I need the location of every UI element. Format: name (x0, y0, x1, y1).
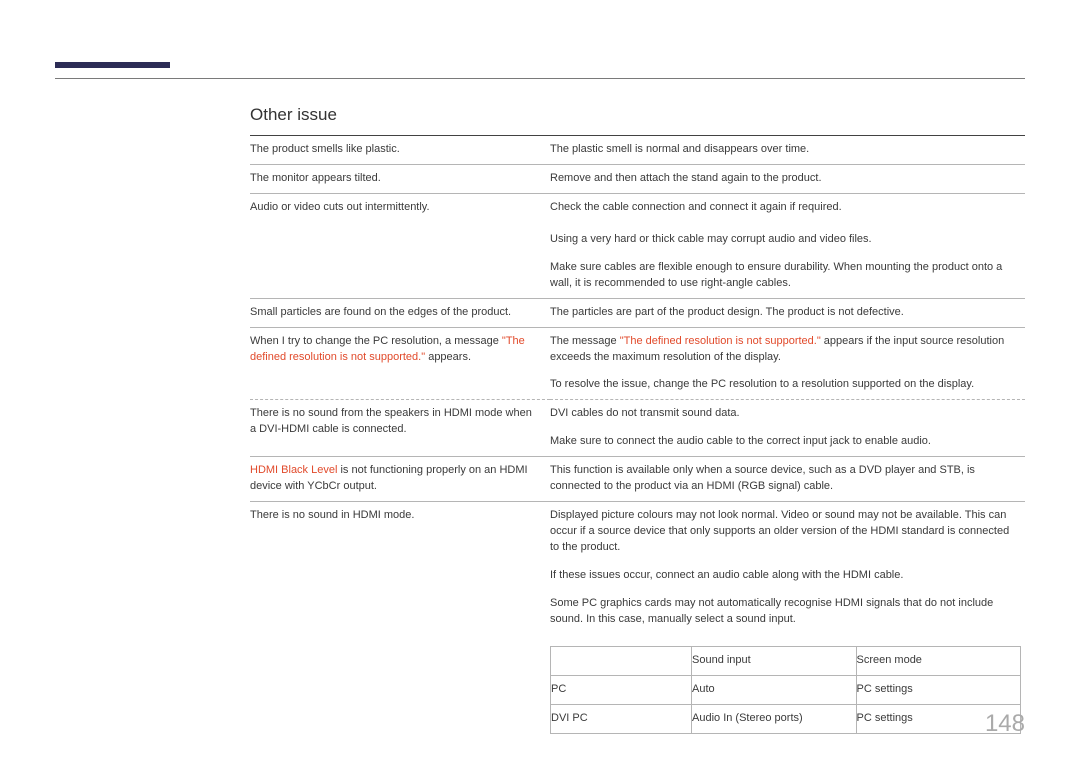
table-row: There is no sound in HDMI mode. Displaye… (250, 502, 1025, 562)
issue-desc: The particles are part of the product de… (550, 298, 1025, 327)
cell: PC settings (856, 675, 1021, 704)
cell: Sound input (692, 646, 857, 675)
issue-label: There is no sound from the speakers in H… (250, 400, 550, 457)
issues-table: The product smells like plastic. The pla… (250, 135, 1025, 740)
issue-desc: The message "The defined resolution is n… (550, 327, 1025, 371)
issue-desc: If these issues occur, connect an audio … (550, 562, 1025, 590)
issue-desc: To resolve the issue, change the PC reso… (550, 371, 1025, 399)
issue-label: Small particles are found on the edges o… (250, 298, 550, 327)
highlight-text: "The defined resolution is not supported… (620, 335, 821, 347)
issue-desc: Using a very hard or thick cable may cor… (550, 222, 1025, 254)
issue-desc: The plastic smell is normal and disappea… (550, 136, 1025, 165)
cell: Screen mode (856, 646, 1021, 675)
page-number: 148 (985, 710, 1025, 738)
cell (551, 646, 692, 675)
table-row: Sound input Screen mode (551, 646, 1021, 675)
issue-desc: Remove and then attach the stand again t… (550, 164, 1025, 193)
issue-label: The monitor appears tilted. (250, 164, 550, 193)
table-row: HDMI Black Level is not functioning prop… (250, 457, 1025, 502)
section-heading: Other issue (250, 105, 1025, 125)
table-row: When I try to change the PC resolution, … (250, 327, 1025, 371)
cell: Audio In (Stereo ports) (692, 704, 857, 733)
issue-desc: Make sure to connect the audio cable to … (550, 428, 1025, 456)
cell: Auto (692, 675, 857, 704)
table-row: Small particles are found on the edges o… (250, 298, 1025, 327)
highlight-text: HDMI Black Level (250, 464, 337, 476)
text: appears. (425, 351, 471, 363)
table-row: PC Auto PC settings (551, 675, 1021, 704)
issue-label: HDMI Black Level is not functioning prop… (250, 457, 550, 502)
table-row: Audio or video cuts out intermittently. … (250, 193, 1025, 221)
text: When I try to change the PC resolution, … (250, 335, 502, 347)
content: Other issue The product smells like plas… (250, 105, 1025, 740)
issue-label: The product smells like plastic. (250, 136, 550, 165)
issue-desc: Make sure cables are flexible enough to … (550, 254, 1025, 298)
issue-desc: DVI cables do not transmit sound data. (550, 400, 1025, 428)
top-rule (55, 78, 1025, 79)
table-row: DVI PC Audio In (Stereo ports) PC settin… (551, 704, 1021, 733)
table-row: There is no sound from the speakers in H… (250, 400, 1025, 428)
issue-label: When I try to change the PC resolution, … (250, 327, 550, 400)
issue-label: There is no sound in HDMI mode. (250, 502, 550, 740)
text: The message (550, 335, 620, 347)
sound-input-table: Sound input Screen mode PC Auto PC setti… (550, 646, 1021, 734)
issue-desc: Check the cable connection and connect i… (550, 193, 1025, 221)
cell: PC (551, 675, 692, 704)
cell: DVI PC (551, 704, 692, 733)
issue-desc: This function is available only when a s… (550, 457, 1025, 502)
table-row: The product smells like plastic. The pla… (250, 136, 1025, 165)
inner-table-cell: Sound input Screen mode PC Auto PC setti… (550, 634, 1025, 740)
issue-desc: Displayed picture colours may not look n… (550, 502, 1025, 562)
accent-bar (55, 62, 170, 68)
table-row: The monitor appears tilted. Remove and t… (250, 164, 1025, 193)
issue-label: Audio or video cuts out intermittently. (250, 193, 550, 298)
issue-desc: Some PC graphics cards may not automatic… (550, 590, 1025, 634)
